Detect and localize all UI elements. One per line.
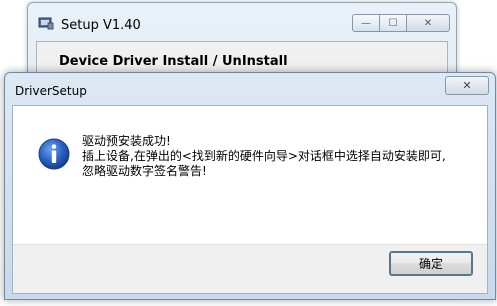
maximize-icon: ☐ <box>388 17 398 29</box>
setup-close-button[interactable]: ✕ <box>406 14 450 32</box>
message-line: 忽略驱动数字签名警告! <box>82 164 207 178</box>
minimize-button[interactable]: — <box>352 14 380 32</box>
driver-setup-dialog: DriverSetup ✕ 驱动预安装成功! 插上设备,在弹出的<找到新的硬件向… <box>4 72 496 300</box>
maximize-button[interactable]: ☐ <box>379 14 407 32</box>
info-icon <box>38 138 70 170</box>
setup-window-title: Setup V1.40 <box>61 18 141 33</box>
desktop: Setup V1.40 — ☐ ✕ Device Driver Install … <box>0 0 497 306</box>
message-line: 驱动预安装成功! <box>82 134 171 148</box>
groupbox-title: Device Driver Install / UnInstall <box>59 54 288 69</box>
dialog-close-button[interactable]: ✕ <box>445 76 489 95</box>
setup-app-icon <box>38 17 54 30</box>
dialog-client-area: 驱动预安装成功! 插上设备,在弹出的<找到新的硬件向导>对话框中选择自动安装即可… <box>12 105 488 294</box>
close-icon: ✕ <box>462 79 472 92</box>
setup-caption-buttons: — ☐ ✕ <box>352 14 450 32</box>
message-line: 插上设备,在弹出的<找到新的硬件向导>对话框中选择自动安装即可, <box>82 149 446 163</box>
ok-button[interactable]: 确定 <box>389 251 473 276</box>
minimize-icon: — <box>361 17 371 29</box>
dialog-button-bar: 确定 <box>13 244 487 293</box>
dialog-title: DriverSetup <box>15 84 87 98</box>
dialog-message: 驱动预安装成功! 插上设备,在弹出的<找到新的硬件向导>对话框中选择自动安装即可… <box>82 134 446 179</box>
setup-title-bar[interactable]: Setup V1.40 — ☐ ✕ <box>28 3 456 41</box>
close-icon: ✕ <box>423 17 433 29</box>
